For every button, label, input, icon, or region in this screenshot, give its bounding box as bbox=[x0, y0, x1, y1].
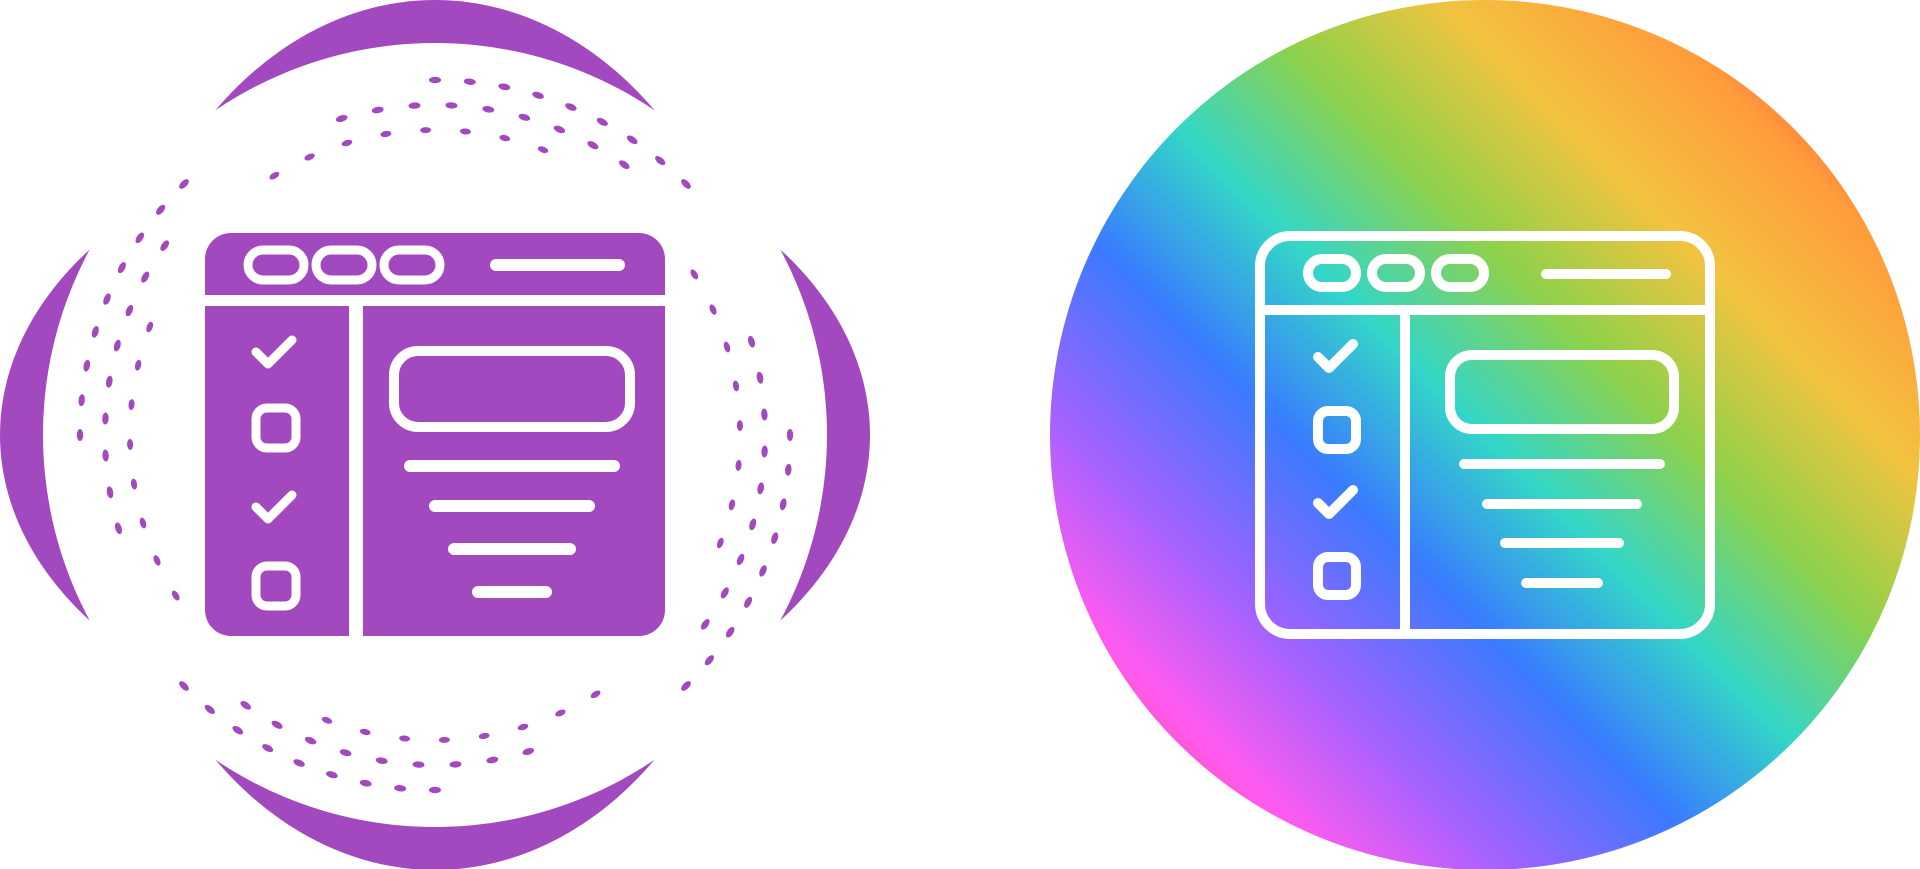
content-line bbox=[448, 543, 576, 555]
ring-dot bbox=[429, 786, 441, 794]
ring-dot bbox=[76, 429, 84, 441]
checklist-browser-glyph-icon bbox=[0, 0, 870, 869]
purple-ring-badge bbox=[0, 0, 870, 869]
content-line bbox=[404, 460, 620, 472]
address-bar-line bbox=[490, 259, 625, 271]
rainbow-disc bbox=[1050, 0, 1920, 869]
browser-window-glyph bbox=[205, 233, 665, 636]
content-line bbox=[429, 500, 595, 512]
ring-dot bbox=[786, 429, 794, 441]
ring-dot bbox=[429, 76, 441, 84]
checklist-browser-outline-icon bbox=[1050, 0, 1920, 869]
rainbow-gradient-circle bbox=[1050, 0, 1920, 869]
icon-set-canvas bbox=[0, 0, 1920, 869]
content-line bbox=[472, 586, 552, 598]
